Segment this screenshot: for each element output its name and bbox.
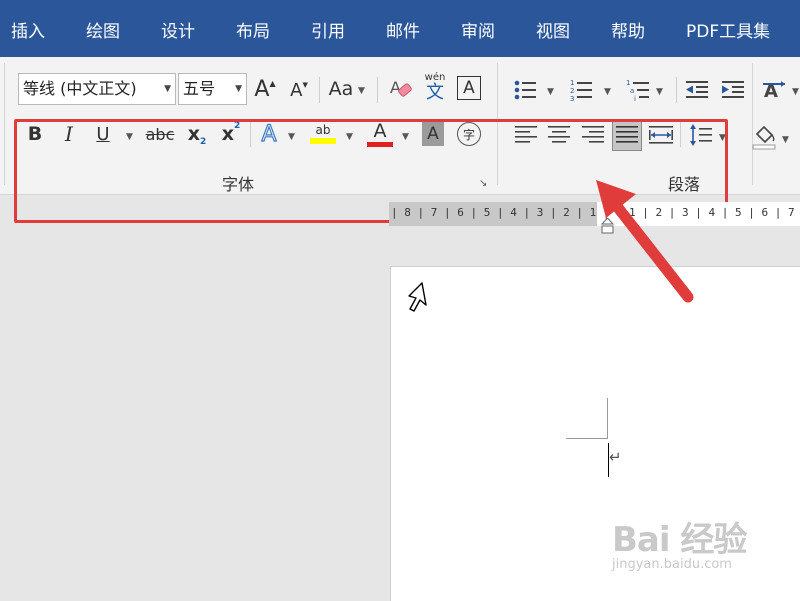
ribbon-home: 等线 (中文正文) ▼ 五号 ▼ A ▲ A ▼ Aa ▼ A wén 文 A … bbox=[0, 57, 800, 223]
paint-bucket-icon bbox=[752, 125, 776, 150]
watermark-title: Bai 经验 bbox=[612, 520, 747, 560]
svg-text:1: 1 bbox=[626, 79, 630, 87]
clear-formatting-icon: A bbox=[390, 78, 412, 97]
tab-design[interactable]: 设计 bbox=[161, 0, 195, 57]
clear-formatting-button[interactable]: A bbox=[387, 75, 415, 103]
tab-mailings[interactable]: 邮件 bbox=[386, 0, 420, 57]
multilevel-list-button[interactable]: 1 a i bbox=[624, 77, 652, 103]
ruler-right-marks: 1 | 2 | 3 | 4 | 5 | 6 | 7 bbox=[629, 206, 795, 219]
ribbon-tab-bar: 插入 绘图 设计 布局 引用 邮件 审阅 视图 帮助 PDF工具集 bbox=[0, 0, 800, 57]
decrease-indent-icon bbox=[686, 81, 708, 98]
bullets-button[interactable] bbox=[512, 77, 538, 103]
chevron-down-icon[interactable]: ▼ bbox=[358, 86, 365, 96]
font-name-value: 等线 (中文正文) bbox=[23, 79, 137, 98]
chevron-down-icon[interactable]: ▼ bbox=[547, 87, 554, 97]
shrink-font-button[interactable]: A ▼ bbox=[287, 77, 311, 103]
indent-marker-icon[interactable] bbox=[601, 218, 614, 234]
tab-view[interactable]: 视图 bbox=[536, 0, 570, 57]
increase-indent-icon bbox=[722, 81, 744, 98]
svg-text:A: A bbox=[390, 78, 401, 97]
grow-font-icon: A bbox=[254, 76, 270, 102]
chevron-down-icon[interactable]: ▼ bbox=[782, 135, 789, 145]
chevron-down-icon[interactable]: ▼ bbox=[792, 87, 799, 97]
caret-up-icon: ▲ bbox=[269, 79, 276, 88]
tab-insert[interactable]: 插入 bbox=[11, 0, 45, 57]
separator bbox=[377, 77, 378, 103]
font-size-combo[interactable]: 五号 ▼ bbox=[178, 73, 247, 105]
tab-pdf-tools[interactable]: PDF工具集 bbox=[686, 0, 770, 57]
svg-text:a: a bbox=[630, 87, 634, 95]
group-separator bbox=[4, 63, 5, 185]
shading-button[interactable] bbox=[750, 121, 778, 151]
svg-text:1: 1 bbox=[570, 79, 574, 87]
margin-corner-mark bbox=[566, 438, 608, 439]
tab-draw[interactable]: 绘图 bbox=[86, 0, 120, 57]
shrink-font-icon: A bbox=[290, 79, 303, 101]
numbering-icon: 1 2 3 bbox=[570, 79, 592, 102]
baidu-jingyan-watermark: Bai 经验 jingyan.baidu.com bbox=[612, 512, 747, 572]
watermark-url: jingyan.baidu.com bbox=[612, 557, 732, 572]
decrease-indent-button[interactable] bbox=[684, 77, 710, 103]
caret-down-icon: ▼ bbox=[302, 81, 308, 89]
phonetic-char: 文 bbox=[426, 82, 444, 103]
svg-text:3: 3 bbox=[570, 95, 574, 102]
tab-references[interactable]: 引用 bbox=[311, 0, 345, 57]
phonetic-guide-button[interactable]: wén 文 bbox=[420, 71, 450, 105]
separator bbox=[319, 77, 320, 103]
change-case-button[interactable]: Aa bbox=[326, 75, 356, 103]
ruler-left-marks: | 8 | 7 | 6 | 5 | 4 | 3 | 2 | 1 | bbox=[391, 206, 610, 219]
tab-layout[interactable]: 布局 bbox=[236, 0, 270, 57]
font-name-combo[interactable]: 等线 (中文正文) ▼ bbox=[18, 73, 176, 105]
mouse-pointer-icon bbox=[408, 282, 427, 312]
grow-font-button[interactable]: A ▲ bbox=[252, 75, 278, 103]
bullets-icon bbox=[514, 80, 536, 100]
tab-help[interactable]: 帮助 bbox=[611, 0, 645, 57]
margin-corner-mark bbox=[607, 398, 608, 439]
svg-text:i: i bbox=[634, 95, 636, 102]
paragraph-mark: ↵ bbox=[609, 448, 622, 466]
chevron-down-icon: ▼ bbox=[164, 84, 171, 94]
chevron-down-icon: ▼ bbox=[235, 84, 242, 94]
chevron-down-icon[interactable]: ▼ bbox=[656, 87, 663, 97]
separator bbox=[676, 77, 677, 103]
numbering-button[interactable]: 1 2 3 bbox=[568, 77, 594, 103]
chevron-down-icon[interactable]: ▼ bbox=[604, 87, 611, 97]
text-direction-icon: A bbox=[763, 81, 785, 102]
horizontal-ruler[interactable]: | 8 | 7 | 6 | 5 | 4 | 3 | 2 | 1 | 1 | 2 … bbox=[389, 202, 800, 226]
svg-text:2: 2 bbox=[570, 87, 574, 95]
tab-review[interactable]: 审阅 bbox=[461, 0, 495, 57]
increase-indent-button[interactable] bbox=[720, 77, 746, 103]
text-direction-button[interactable]: A bbox=[760, 77, 788, 103]
multilevel-list-icon: 1 a i bbox=[626, 79, 649, 102]
change-case-icon: Aa bbox=[328, 78, 354, 100]
character-border-icon: A bbox=[463, 78, 475, 98]
font-size-value: 五号 bbox=[183, 79, 216, 98]
character-border-button[interactable]: A bbox=[457, 76, 481, 100]
word-window: 插入 绘图 设计 布局 引用 邮件 审阅 视图 帮助 PDF工具集 等线 (中文… bbox=[0, 0, 800, 601]
